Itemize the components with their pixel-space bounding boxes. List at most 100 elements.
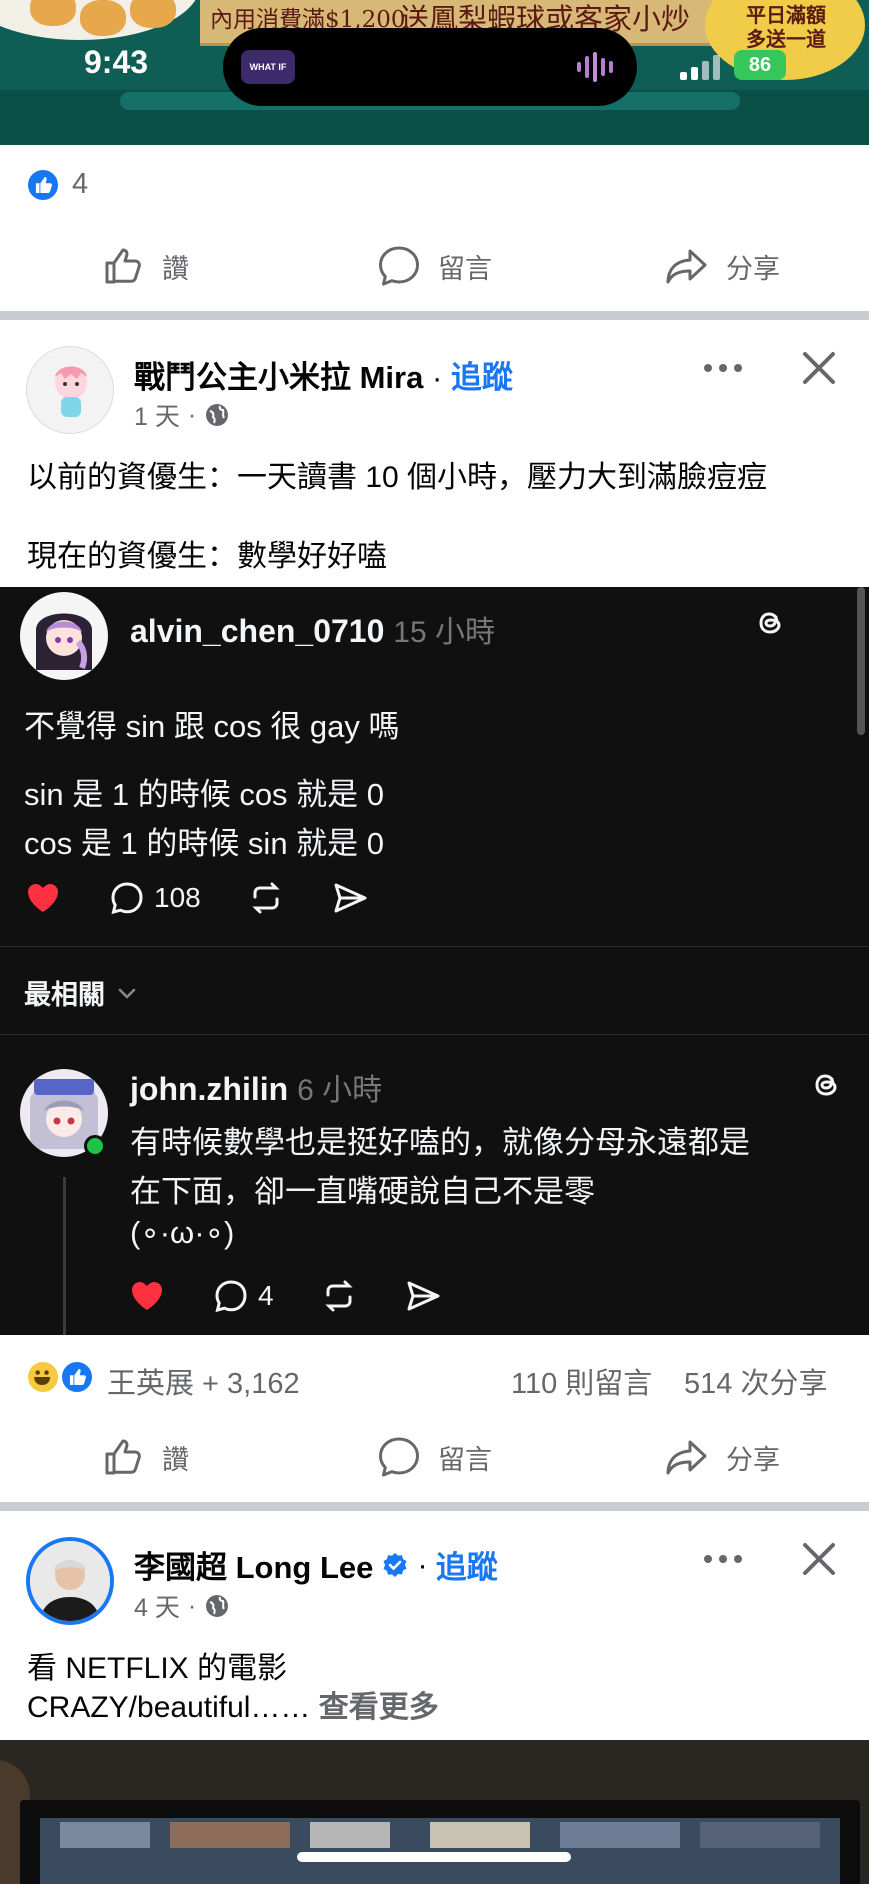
more-options-icon[interactable] — [701, 1549, 745, 1569]
reaction-summary[interactable]: 王英展 + 3,162 110 則留言 514 次分享 — [0, 1344, 869, 1414]
threads-like — [128, 1277, 166, 1315]
comment-icon — [379, 1437, 419, 1477]
threads-logo-icon — [759, 612, 781, 634]
like-reaction-icon — [26, 168, 60, 202]
post-text-line-2: 現在的資優生：數學好好嗑 — [27, 540, 387, 573]
author-name[interactable]: 李國超 Long Lee — [134, 1542, 373, 1587]
dynamic-island[interactable]: WHAT IF — [223, 28, 637, 106]
follow-link[interactable]: 追蹤 — [436, 1542, 498, 1587]
threads-reply-line-1: 有時候數學也是挺好嗑的，就像分母永遠都是 — [130, 1125, 750, 1160]
threads-username-1: alvin_chen_0710 — [130, 613, 385, 649]
heart-icon — [132, 1282, 162, 1310]
comment-label: 留言 — [438, 253, 492, 284]
post-meta: 1 天 · — [134, 397, 230, 433]
author-line: 李國超 Long Lee · 追蹤 — [134, 1542, 498, 1587]
threads-screenshot[interactable]: alvin_chen_0710 15 小時 不覺得 sin 跟 cos 很 ga… — [0, 587, 869, 1335]
globe-icon — [206, 404, 229, 426]
close-icon[interactable] — [797, 346, 841, 390]
video-tile — [700, 1822, 820, 1848]
follow-link[interactable]: 追蹤 — [451, 360, 513, 395]
post1-action-bar: 讚 留言 分享 — [0, 234, 869, 298]
video-tile — [560, 1822, 680, 1848]
comment-icon — [379, 246, 419, 286]
reaction-summary[interactable]: 4 — [0, 150, 869, 220]
heart-icon — [28, 884, 58, 912]
share-icon — [666, 1440, 707, 1475]
post2-action-bar: 讚 留言 分享 — [0, 1425, 869, 1489]
threads-reply-count-2: 4 — [258, 1280, 274, 1311]
share-icon — [666, 249, 707, 284]
like-label: 讚 — [162, 1444, 189, 1475]
threads-logo-icon — [815, 1074, 837, 1096]
chevron-down-icon — [118, 988, 136, 999]
threads-author-1: alvin_chen_0710 15 小時 — [130, 607, 495, 651]
haha-reaction-icon — [26, 1360, 60, 1394]
like-count: 4 — [72, 168, 89, 200]
threads-actions-2: 4 — [128, 1277, 488, 1315]
threads-reply: 4 — [212, 1277, 274, 1315]
signal-icon — [680, 55, 720, 80]
post-time[interactable]: 4 天 — [134, 1588, 180, 1624]
threads-username-2: john.zhilin — [130, 1071, 289, 1107]
repost-icon — [252, 882, 280, 914]
now-playing-art: WHAT IF — [241, 50, 295, 84]
author-avatar[interactable] — [26, 346, 114, 434]
share-count[interactable]: 514 次分享 — [684, 1360, 827, 1402]
share-button[interactable]: 分享 — [664, 234, 780, 298]
verified-badge-icon — [383, 1552, 407, 1577]
like-button[interactable]: 讚 — [100, 1425, 189, 1489]
share-button[interactable]: 分享 — [664, 1425, 780, 1489]
comment-button[interactable]: 留言 — [376, 234, 492, 298]
thumbs-up-icon — [105, 248, 141, 284]
threads-like — [24, 879, 62, 917]
post-text-line-2: CRAZY/beautiful…… 查看更多 — [27, 1682, 439, 1726]
author-avatar[interactable] — [26, 1537, 114, 1625]
audio-wave-icon — [577, 52, 613, 82]
food-plate — [0, 0, 200, 40]
more-options-icon[interactable] — [701, 358, 745, 378]
post-meta: 4 天 · — [134, 1588, 230, 1624]
comment-button[interactable]: 留言 — [376, 1425, 492, 1489]
author-name[interactable]: 戰鬥公主小米拉 Mira — [134, 360, 423, 395]
badge-line-2: 多送一道 — [746, 29, 826, 51]
threads-divider — [0, 946, 869, 947]
video-tile — [170, 1822, 290, 1848]
video-tile — [310, 1822, 390, 1848]
threads-divider — [0, 1034, 869, 1035]
share-label: 分享 — [726, 253, 780, 284]
threads-time-1: 15 小時 — [393, 616, 495, 649]
post-divider — [0, 311, 869, 320]
post-video[interactable] — [0, 1740, 869, 1884]
status-time: 9:43 — [84, 44, 149, 80]
threads-post-line-1: 不覺得 sin 跟 cos 很 gay 嗎 — [24, 709, 400, 744]
threads-avatar-1 — [20, 592, 108, 680]
avatar-art — [30, 1541, 110, 1621]
video-tile — [60, 1822, 150, 1848]
threads-sort: 最相關 — [24, 973, 139, 1012]
like-button[interactable]: 讚 — [100, 234, 189, 298]
threads-send — [331, 879, 369, 917]
threads-reply-count-1: 108 — [154, 882, 201, 913]
author-line: 戰鬥公主小米拉 Mira · 追蹤 — [134, 360, 513, 395]
like-reaction-icon — [60, 1360, 94, 1394]
see-more-link[interactable]: 查看更多 — [319, 1691, 439, 1724]
thread-line — [63, 1177, 66, 1335]
reply-icon — [111, 882, 143, 915]
home-indicator[interactable] — [297, 1852, 571, 1862]
thumbs-up-icon — [105, 1439, 141, 1475]
post-text-line-1: 以前的資優生：一天讀書 10 個小時，壓力大到滿臉痘痘 — [27, 461, 768, 494]
threads-repost — [247, 879, 285, 917]
post-time[interactable]: 1 天 — [134, 397, 180, 433]
avatar-art — [36, 613, 92, 670]
reaction-count: 王英展 + 3,162 — [107, 1368, 300, 1400]
like-label: 讚 — [162, 253, 189, 284]
comment-count[interactable]: 110 則留言 — [511, 1360, 652, 1402]
threads-repost — [320, 1277, 358, 1315]
close-icon[interactable] — [797, 1537, 841, 1581]
threads-post-line-2: sin 是 1 的時候 cos 就是 0 — [24, 777, 385, 812]
post-text-snippet: CRAZY/beautiful…… — [27, 1691, 311, 1724]
comment-label: 留言 — [438, 1444, 492, 1475]
threads-post-line-3: cos 是 1 的時候 sin 就是 0 — [24, 826, 385, 861]
globe-icon — [206, 1595, 229, 1617]
send-icon — [334, 883, 367, 913]
